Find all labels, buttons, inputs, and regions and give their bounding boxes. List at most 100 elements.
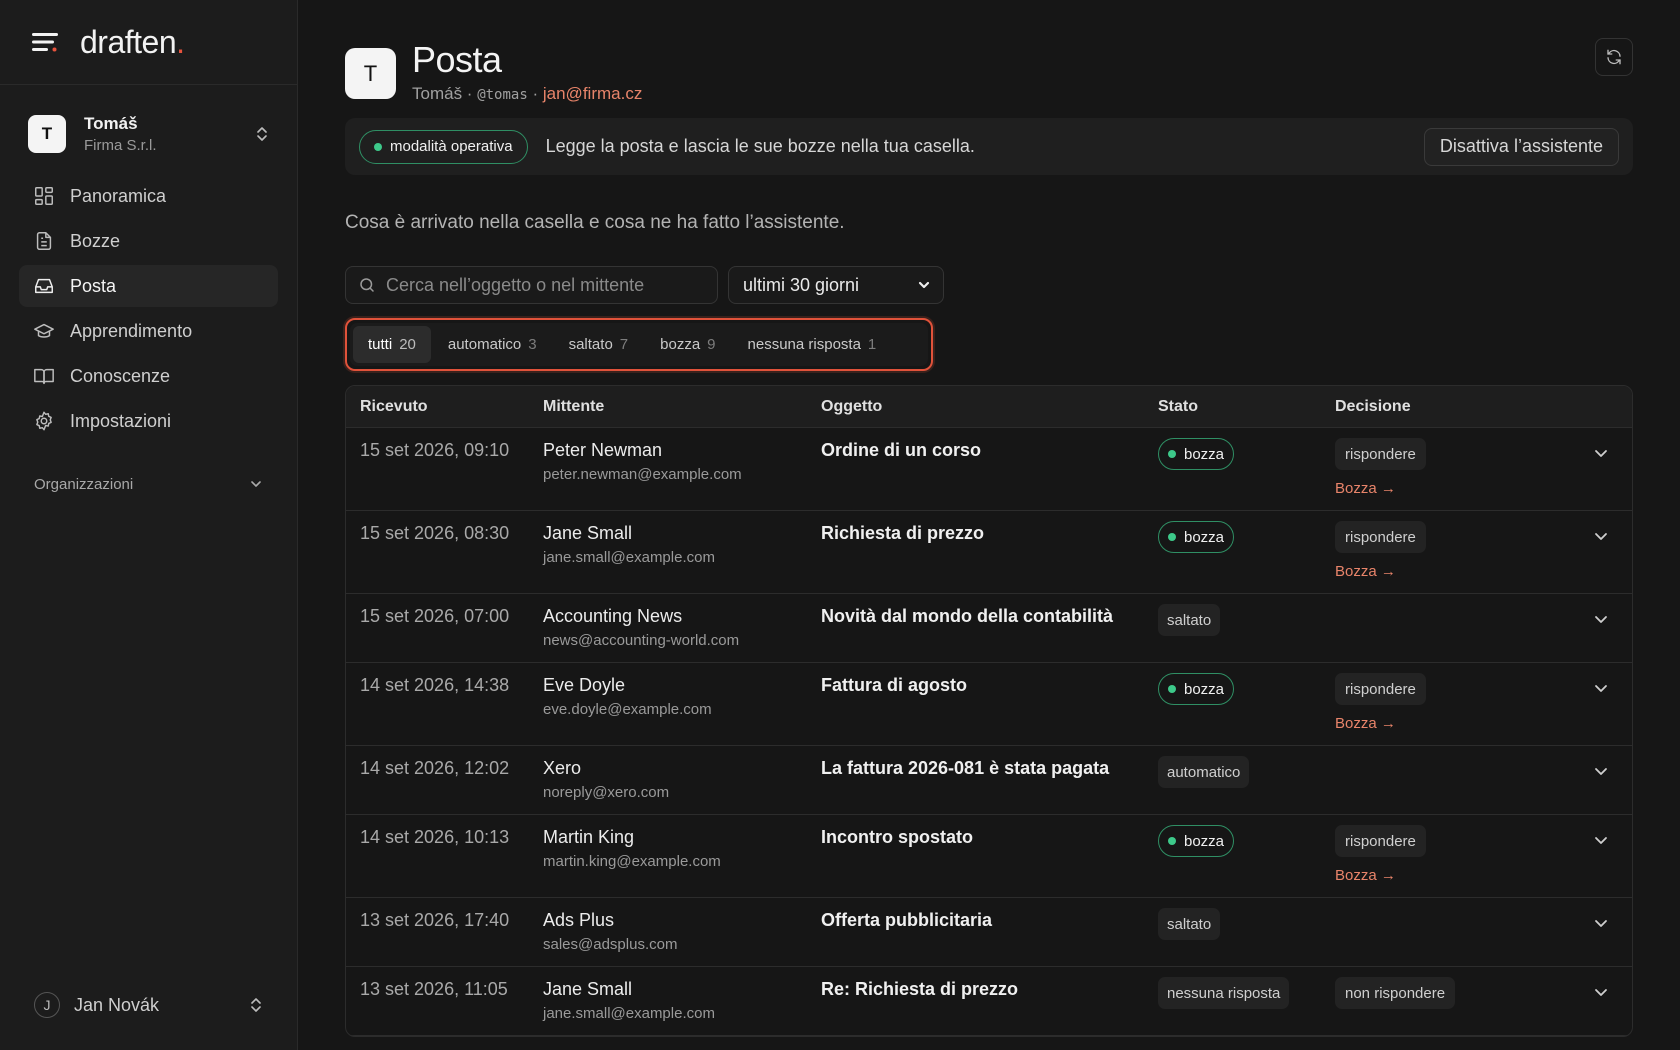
decision-badge: rispondere — [1335, 438, 1426, 470]
deactivate-assistant-button[interactable]: Disattiva l’assistente — [1423, 127, 1619, 166]
menu-icon[interactable] — [32, 31, 58, 53]
org-switcher[interactable]: T Tomáš Firma S.r.l. — [0, 101, 297, 167]
column-header-sender[interactable]: Mittente — [543, 398, 821, 416]
sidebar-item-label: Conoscenze — [70, 365, 171, 386]
sender-cell: Eve Doyle eve.doyle@example.com — [543, 675, 821, 745]
sidebar-item-apprendimento[interactable]: Apprendimento — [19, 310, 278, 352]
sender-name: Jane Small — [543, 523, 633, 543]
user-name: Jan Novák — [74, 994, 160, 1015]
mode-badge: modalità operativa — [359, 129, 528, 164]
sender-cell: Ads Plus sales@adsplus.com — [543, 910, 821, 966]
mode-label: modalità operativa — [390, 138, 513, 155]
filter-tab-automatico[interactable]: automatico 3 — [433, 326, 552, 363]
expand-row-icon[interactable] — [1592, 444, 1610, 462]
status-badge: bozza — [1158, 825, 1235, 857]
section-label: Organizzazioni — [34, 475, 134, 493]
org-company: Firma S.r.l. — [84, 137, 157, 154]
page-title: Posta — [412, 39, 502, 80]
expand-row-icon[interactable] — [1592, 679, 1610, 697]
status-dot-icon — [374, 142, 382, 151]
decision-cell — [1335, 910, 1575, 966]
expand-row-icon[interactable] — [1592, 762, 1610, 780]
received-time: 14 set 2026, 10:13 — [360, 827, 510, 847]
table-row[interactable]: 13 set 2026, 11:05 Jane Small jane.small@e… — [346, 967, 1632, 1036]
table-row[interactable]: 14 set 2026, 12:02 Xero noreply@xero.com La… — [346, 746, 1632, 815]
open-draft-link[interactable]: Bozza → — [1335, 480, 1575, 497]
sidebar-item-conoscenze[interactable]: Conoscenze — [19, 355, 278, 397]
brand-dot: . — [176, 23, 185, 60]
brand-logo[interactable]: draften. — [80, 24, 185, 61]
banner-text: Legge la posta e lascia le sue bozze nel… — [545, 136, 975, 156]
assistant-status-banner: modalità operativa Legge la posta e lasc… — [345, 118, 1633, 175]
separator: · — [462, 84, 478, 103]
decision-cell: rispondere Bozza → — [1335, 521, 1575, 593]
status-dot-icon — [1168, 533, 1176, 541]
sidebar-item-impostazioni[interactable]: Impostazioni — [19, 400, 278, 442]
filter-tab-tutti[interactable]: tutti 20 — [353, 326, 431, 363]
org-avatar: T — [28, 115, 66, 153]
expand-row-icon[interactable] — [1592, 914, 1610, 932]
sidebar-item-bozze[interactable]: Bozze — [19, 220, 278, 262]
account-handle: @tomas — [477, 87, 528, 103]
decision-cell — [1335, 758, 1575, 814]
sender-email: news@accounting-world.com — [543, 632, 740, 649]
table-row[interactable]: 14 set 2026, 14:38 Eve Doyle eve.doyle@exa… — [346, 663, 1632, 746]
sidebar-item-label: Panoramica — [70, 185, 167, 206]
table-row[interactable]: 14 set 2026, 10:13 Martin King martin.king… — [346, 815, 1632, 898]
decision-badge: non rispondere — [1335, 977, 1456, 1009]
filter-tab-bozza[interactable]: bozza 9 — [645, 326, 730, 363]
status-badge: bozza — [1158, 521, 1235, 553]
subject: Re: Richiesta di prezzo — [821, 979, 1019, 999]
table-row[interactable]: 15 set 2026, 07:00 Accounting News news@ac… — [346, 594, 1632, 663]
table-row[interactable]: 15 set 2026, 08:30 Jane Small jane.small@e… — [346, 511, 1632, 594]
account-email[interactable]: jan@firma.cz — [543, 84, 642, 103]
received-time: 13 set 2026, 11:05 — [360, 979, 508, 999]
expand-row-icon[interactable] — [1592, 610, 1610, 628]
filter-tab-label: automatico — [447, 336, 522, 353]
search-box[interactable] — [345, 266, 718, 304]
open-draft-link[interactable]: Bozza → — [1335, 715, 1575, 732]
expand-row-icon[interactable] — [1592, 983, 1610, 1001]
column-header-status[interactable]: Stato — [1158, 398, 1335, 416]
open-draft-link[interactable]: Bozza → — [1335, 563, 1575, 580]
date-range-select[interactable]: ultimi 30 giorni — [728, 266, 944, 304]
filter-tab-label: saltato — [568, 336, 613, 353]
search-icon — [358, 276, 376, 294]
decision-cell: rispondere Bozza → — [1335, 438, 1575, 510]
sender-cell: Jane Small jane.small@example.com — [543, 979, 821, 1035]
sender-name: Ads Plus — [543, 910, 615, 930]
filter-tab-label: nessuna risposta — [747, 336, 861, 353]
column-header-subject[interactable]: Oggetto — [821, 398, 1158, 416]
refresh-button[interactable] — [1595, 38, 1633, 76]
column-header-decision[interactable]: Decisione — [1335, 398, 1575, 416]
expand-row-icon[interactable] — [1592, 527, 1610, 545]
sender-email: noreply@xero.com — [543, 784, 670, 801]
sender-name: Accounting News — [543, 606, 683, 626]
filter-tab-saltato[interactable]: saltato 7 — [554, 326, 644, 363]
user-menu[interactable]: J Jan Novák — [0, 980, 297, 1030]
received-time: 15 set 2026, 07:00 — [360, 606, 510, 626]
brand-name: draften — [80, 23, 177, 60]
expand-row-icon[interactable] — [1592, 831, 1610, 849]
account-avatar: T — [345, 48, 396, 99]
table-row[interactable]: 13 set 2026, 17:40 Ads Plus sales@adsplus.… — [346, 898, 1632, 967]
organizations-section-toggle[interactable]: Organizzazioni — [0, 467, 297, 501]
sender-name: Martin King — [543, 827, 635, 847]
sender-cell: Peter Newman peter.newman@example.com — [543, 440, 821, 510]
filter-tab-nessuna-risposta[interactable]: nessuna risposta 1 — [733, 326, 892, 363]
sidebar-item-panoramica[interactable]: Panoramica — [19, 175, 278, 217]
search-input[interactable] — [386, 274, 686, 296]
open-draft-link[interactable]: Bozza → — [1335, 867, 1575, 884]
table-row[interactable]: 15 set 2026, 09:10 Peter Newman peter.newm… — [346, 428, 1632, 511]
column-header-received[interactable]: Ricevuto — [346, 398, 543, 416]
status-dot-icon — [1168, 450, 1176, 458]
sidebar-nav: Panoramica Bozze Posta Apprendimento Con… — [0, 167, 297, 453]
account-meta: Tomáš · @tomas · jan@firma.cz — [412, 84, 642, 104]
status-cell: bozza — [1158, 521, 1335, 593]
status-badge: nessuna risposta — [1158, 977, 1290, 1009]
sidebar-item-posta[interactable]: Posta — [19, 265, 278, 307]
decision-cell: rispondere Bozza → — [1335, 673, 1575, 745]
refresh-icon — [1605, 48, 1623, 66]
sender-email: eve.doyle@example.com — [543, 701, 712, 718]
status-cell: bozza — [1158, 673, 1335, 745]
